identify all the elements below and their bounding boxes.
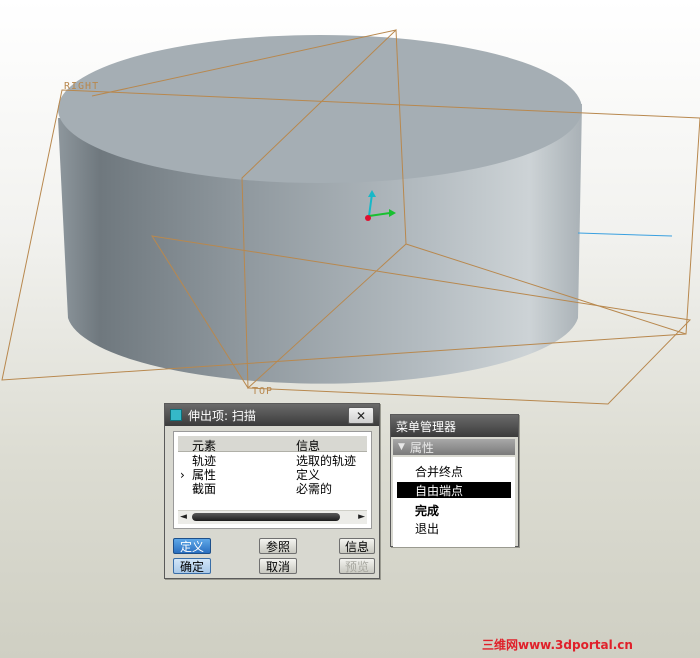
right-plane-label: RIGHT (64, 81, 100, 92)
menu-item-merge-ends[interactable]: 合并终点 (397, 463, 511, 479)
define-button[interactable]: 定义 (173, 538, 211, 554)
collapse-triangle-icon: ▼ (398, 442, 405, 452)
ok-button[interactable]: 确定 (173, 558, 211, 574)
menu-item-quit[interactable]: 退出 (397, 520, 511, 536)
row-marker-current-icon: › (180, 468, 185, 482)
menu-manager-titlebar[interactable]: 菜单管理器 (391, 415, 518, 437)
element-list-header: 元素 信息 (178, 436, 367, 453)
cancel-button[interactable]: 取消 (259, 558, 297, 574)
preview-button[interactable]: 预览 (339, 558, 375, 574)
menu-manager-title: 菜单管理器 (396, 419, 457, 434)
menu-item-done[interactable]: 完成 (397, 502, 511, 518)
element-row-trajectory[interactable]: 轨迹 选取的轨迹 (178, 454, 367, 468)
menu-manager: 菜单管理器 ▼ 属性 合并终点 自由端点 完成 退出 (390, 414, 519, 547)
scrollbar-thumb[interactable] (192, 513, 340, 521)
close-icon: ✕ (355, 408, 367, 423)
menu-section-attributes[interactable]: ▼ 属性 (393, 439, 515, 455)
row-element: 截面 (192, 482, 217, 496)
row-element: 属性 (192, 468, 217, 482)
info-button[interactable]: 信息 (339, 538, 375, 554)
row-info: 选取的轨迹 (296, 454, 357, 468)
scroll-left-icon[interactable]: ◄ (180, 511, 187, 524)
menu-item-free-ends[interactable]: 自由端点 (397, 482, 511, 498)
horizontal-scrollbar[interactable]: ◄ ► (178, 510, 367, 524)
column-element: 元素 (192, 439, 217, 453)
dialog-title: 伸出项: 扫描 (188, 408, 256, 423)
dialog-titlebar[interactable]: 伸出项: 扫描 (165, 404, 379, 426)
element-row-attributes[interactable]: › 属性 定义 (178, 468, 367, 482)
row-info: 必需的 (296, 482, 333, 496)
menu-section-label: 属性 (409, 440, 434, 455)
element-row-section[interactable]: 截面 必需的 (178, 482, 367, 496)
sketch-edge-line (577, 232, 673, 237)
site-watermark: 三维网www.3dportal.cn (482, 638, 633, 652)
top-plane-label: TOP (252, 386, 274, 397)
dialog-close-button[interactable]: ✕ (348, 407, 374, 424)
row-info: 定义 (296, 468, 321, 482)
element-list: 元素 信息 轨迹 选取的轨迹 › 属性 定义 截面 必需的 ◄ ► (173, 431, 372, 529)
sweep-dialog: 伸出项: 扫描 ✕ 元素 信息 轨迹 选取的轨迹 › 属性 定义 截面 必需的 … (164, 403, 380, 579)
menu-items: 合并终点 自由端点 完成 退出 (393, 457, 515, 547)
references-button[interactable]: 参照 (259, 538, 297, 554)
row-element: 轨迹 (192, 454, 217, 468)
scroll-right-icon[interactable]: ► (358, 511, 365, 524)
column-info: 信息 (296, 439, 321, 453)
dialog-app-icon (170, 409, 182, 421)
